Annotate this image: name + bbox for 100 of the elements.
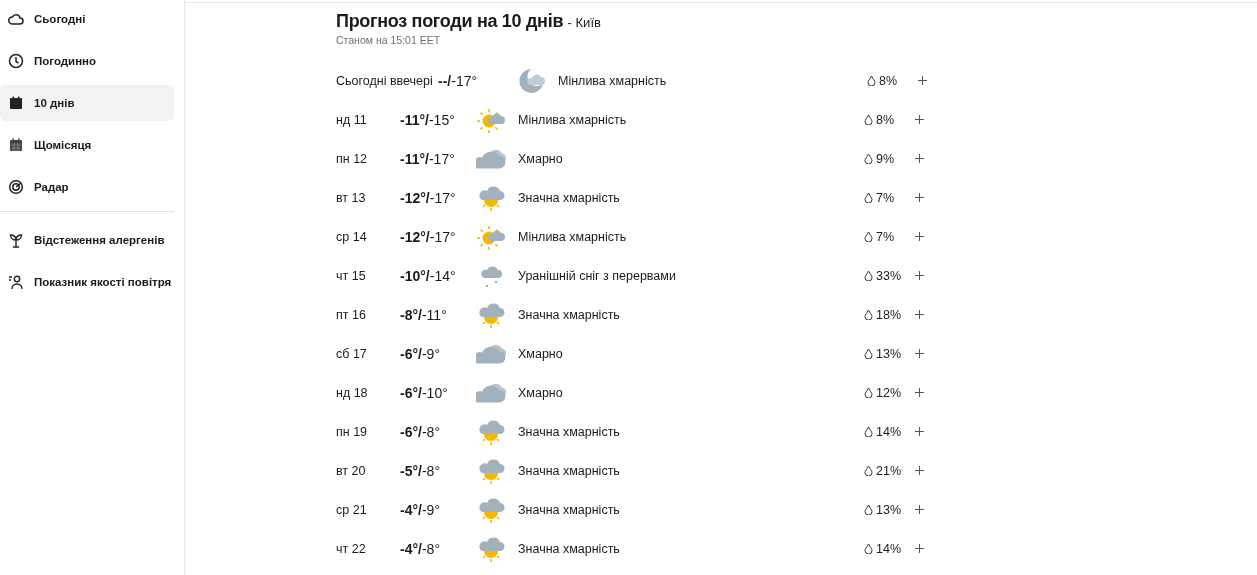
high-temp: -5°/ xyxy=(400,462,422,479)
condition-text: Хмарно xyxy=(518,151,564,166)
sprout-icon xyxy=(8,232,24,248)
high-temp: -12°/ xyxy=(400,228,430,245)
drop-icon xyxy=(864,426,873,437)
high-temp: -11°/ xyxy=(400,111,429,128)
updated-time: Станом на 15:01 EET xyxy=(336,34,442,46)
precipitation-chance: 7% xyxy=(876,190,895,205)
day-label: вт 13 xyxy=(336,190,367,205)
day-label: пн 19 xyxy=(336,424,369,439)
nav-item[interactable]: Сьогодні xyxy=(0,1,174,37)
low-temp: -17° xyxy=(428,150,455,167)
precipitation-chance: 14% xyxy=(876,424,902,439)
expand-icon[interactable] xyxy=(915,505,924,514)
high-temp: -8°/ xyxy=(400,306,422,323)
expand-icon[interactable] xyxy=(915,466,924,475)
low-temp: -15° xyxy=(428,111,455,128)
location-name: - Київ xyxy=(567,15,601,30)
day-label: Сьогодні ввечері xyxy=(336,73,434,88)
expand-icon[interactable] xyxy=(915,349,924,358)
drop-icon xyxy=(864,270,873,281)
radar-icon xyxy=(8,179,24,195)
expand-icon[interactable] xyxy=(915,115,924,124)
expand-icon[interactable] xyxy=(915,232,924,241)
clock-icon xyxy=(8,53,24,69)
drop-icon xyxy=(864,231,873,242)
precipitation-chance: 12% xyxy=(876,385,902,400)
precipitation-chance: 14% xyxy=(876,541,902,556)
high-temp: -6°/ xyxy=(400,384,422,401)
precipitation-chance: 8% xyxy=(879,73,898,88)
expand-icon[interactable] xyxy=(915,193,924,202)
expand-icon[interactable] xyxy=(915,427,924,436)
low-temp: -10° xyxy=(421,384,448,401)
day-label: ср 21 xyxy=(336,502,368,517)
precipitation-chance: 18% xyxy=(876,307,902,322)
expand-icon[interactable] xyxy=(915,388,924,397)
high-temp: -4°/ xyxy=(400,540,422,557)
nav-item[interactable]: Погодинно xyxy=(0,43,174,79)
precipitation-chance: 21% xyxy=(876,463,902,478)
drop-icon xyxy=(864,114,873,125)
drop-icon xyxy=(864,465,873,476)
high-temp: -10°/ xyxy=(400,267,430,284)
high-temp: -12°/ xyxy=(400,189,430,206)
person-icon xyxy=(8,274,24,290)
low-temp: -17° xyxy=(429,228,456,245)
precipitation-chance: 7% xyxy=(876,229,895,244)
condition-text: Значна хмарність xyxy=(518,541,621,556)
day-label: пн 12 xyxy=(336,151,369,166)
day-label: чт 15 xyxy=(336,268,367,283)
page-title: Прогноз погоди на 10 днів xyxy=(336,11,564,31)
precipitation-chance: 33% xyxy=(876,268,902,283)
cloud-icon xyxy=(476,147,506,170)
precipitation-chance: 13% xyxy=(876,346,902,361)
drop-icon xyxy=(864,153,873,164)
nav-item[interactable]: Відстеження алергенів xyxy=(0,222,174,258)
precipitation-chance: 8% xyxy=(876,112,895,127)
condition-text: Мінлива хмарність xyxy=(518,229,628,244)
low-temp: -8° xyxy=(421,462,440,479)
condition-text: Значна хмарність xyxy=(518,502,621,517)
day-label: нд 18 xyxy=(336,385,369,400)
low-temp: -11° xyxy=(421,306,447,323)
expand-icon[interactable] xyxy=(915,271,924,280)
calendar-icon xyxy=(8,137,24,153)
precipitation-chance: 13% xyxy=(876,502,902,517)
cloud-icon xyxy=(476,381,506,404)
day-label: вт 20 xyxy=(336,463,367,478)
drop-icon xyxy=(864,192,873,203)
expand-icon[interactable] xyxy=(915,310,924,319)
expand-icon[interactable] xyxy=(918,76,927,85)
cloud-icon xyxy=(8,11,24,27)
nav-item[interactable]: Радар xyxy=(0,169,174,205)
drop-icon xyxy=(864,309,873,320)
drop-icon xyxy=(864,348,873,359)
nav-item[interactable]: Показник якості повітря xyxy=(0,264,174,300)
condition-text: Мінлива хмарність xyxy=(518,112,628,127)
nav-item[interactable]: 10 днів xyxy=(0,85,174,121)
low-temp: -9° xyxy=(421,501,440,518)
low-temp: -8° xyxy=(421,423,440,440)
drop-icon xyxy=(867,75,876,86)
day-label: сб 17 xyxy=(336,346,368,361)
expand-icon[interactable] xyxy=(915,154,924,163)
low-temp: -9° xyxy=(421,345,440,362)
low-temp: -17° xyxy=(429,189,456,206)
drop-icon xyxy=(864,543,873,554)
condition-text: Хмарно xyxy=(518,385,564,400)
high-temp: -4°/ xyxy=(400,501,422,518)
day-label: ср 14 xyxy=(336,229,368,244)
high-temp: --/ xyxy=(438,72,452,89)
calendar-icon xyxy=(8,95,24,111)
nav-item[interactable]: Щомісяця xyxy=(0,127,174,163)
high-temp: -11°/ xyxy=(400,150,429,167)
condition-text: Значна хмарність xyxy=(518,463,621,478)
high-temp: -6°/ xyxy=(400,345,422,362)
drop-icon xyxy=(864,504,873,515)
day-label: пт 16 xyxy=(336,307,367,322)
high-temp: -6°/ xyxy=(400,423,422,440)
condition-text: Значна хмарність xyxy=(518,424,621,439)
day-label: чт 22 xyxy=(336,541,367,556)
cloud-icon xyxy=(476,342,506,365)
expand-icon[interactable] xyxy=(915,544,924,553)
